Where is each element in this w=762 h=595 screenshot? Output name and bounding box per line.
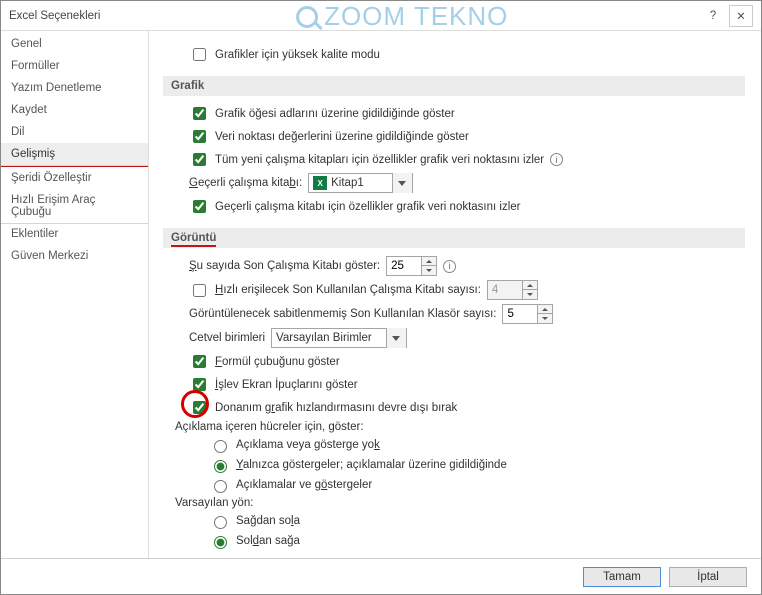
spinner-unpinned-folders[interactable] (502, 304, 553, 324)
radio-no-comments[interactable] (214, 440, 227, 453)
label-ltr: Soldan sağa (236, 535, 300, 547)
ok-button[interactable]: Tamam (583, 567, 661, 587)
checkbox-quick-access-recent[interactable] (193, 284, 206, 297)
radio-comments-and-indicators[interactable] (214, 480, 227, 493)
label-current-workbook: Geçerli çalışma kitabı: (189, 177, 302, 189)
label-recent-count: Şu sayıda Son Çalışma Kitabı göster: (189, 260, 380, 272)
checkbox-chart-names-hover[interactable] (193, 107, 206, 120)
combo-ruler-units[interactable]: Varsayılan Birimler (271, 328, 407, 348)
checkbox-show-formula-bar[interactable] (193, 355, 206, 368)
label-no-comments: Açıklama veya gösterge yok (236, 439, 380, 451)
input-recent-count[interactable] (387, 257, 421, 275)
label-default-direction: Varsayılan yön: (175, 497, 745, 509)
spinner-down[interactable] (538, 314, 552, 323)
spinner-up[interactable] (538, 305, 552, 314)
info-icon[interactable]: i (443, 260, 456, 273)
checkbox-hq-charts[interactable] (193, 48, 206, 61)
label-ruler-units: Cetvel birimleri (189, 332, 265, 344)
section-head-goruntu: Görüntü (163, 228, 745, 248)
input-unpinned-folders[interactable] (503, 305, 537, 323)
dialog-footer: Tamam İptal (1, 558, 761, 594)
label-show-function-tips: İşlev Ekran İpuçlarını göster (215, 379, 358, 391)
label-indicators-only: Yalnızca göstergeler; açıklamalar üzerin… (236, 459, 507, 471)
label-comments-show: Açıklama içeren hücreler için, göster: (175, 421, 745, 433)
checkbox-properties-follow-datapoint-all[interactable] (193, 153, 206, 166)
sidebar-item-trust-center[interactable]: Güven Merkezi (1, 245, 148, 267)
label-comments-and-indicators: Açıklamalar ve göstergeler (236, 479, 372, 491)
excel-icon: X (313, 176, 327, 190)
chevron-down-icon[interactable] (386, 328, 406, 348)
label-properties-follow-datapoint-current: Geçerli çalışma kitabı için özellikler g… (215, 201, 521, 213)
label-hq-charts: Grafikler için yüksek kalite modu (215, 49, 380, 61)
sidebar-item-addins[interactable]: Eklentiler (1, 223, 148, 245)
label-disable-hw-accel: Donanım grafik hızlandırmasını devre dış… (215, 402, 457, 414)
sidebar-item-save[interactable]: Kaydet (1, 99, 148, 121)
radio-indicators-only[interactable] (214, 460, 227, 473)
sidebar-item-customize-ribbon[interactable]: Şeridi Özelleştir (1, 167, 148, 189)
label-quick-access-recent: Hızlı erişilecek Son Kullanılan Çalışma … (215, 284, 481, 296)
input-quick-access-recent (488, 281, 522, 299)
radio-ltr[interactable] (214, 536, 227, 549)
spinner-up[interactable] (422, 257, 436, 266)
spinner-quick-access-recent (487, 280, 538, 300)
sidebar-item-formulas[interactable]: Formüller (1, 55, 148, 77)
checkbox-datapoint-values-hover[interactable] (193, 130, 206, 143)
label-rtl: Sağdan sola (236, 515, 300, 527)
label-chart-names-hover: Grafik öğesi adlarını üzerine gidildiğin… (215, 108, 455, 120)
checkbox-show-function-tips[interactable] (193, 378, 206, 391)
content-panel: Grafikler için yüksek kalite modu Grafik… (149, 31, 761, 559)
label-properties-follow-datapoint-all: Tüm yeni çalışma kitapları için özellikl… (215, 154, 544, 166)
sidebar-item-advanced[interactable]: Gelişmiş (1, 143, 148, 167)
checkbox-properties-follow-datapoint-current[interactable] (193, 200, 206, 213)
chevron-down-icon[interactable] (392, 173, 412, 193)
sidebar-item-quick-access[interactable]: Hızlı Erişim Araç Çubuğu (1, 189, 148, 223)
spinner-recent-count[interactable] (386, 256, 437, 276)
info-icon[interactable]: i (550, 153, 563, 166)
label-unpinned-folders: Görüntülenecek sabitlenmemiş Son Kullanı… (189, 308, 496, 320)
help-button[interactable]: ? (701, 5, 725, 27)
sidebar-item-proofing[interactable]: Yazım Denetleme (1, 77, 148, 99)
sidebar-item-language[interactable]: Dil (1, 121, 148, 143)
magnifier-icon (296, 6, 318, 28)
radio-rtl[interactable] (214, 516, 227, 529)
sidebar-item-general[interactable]: Genel (1, 33, 148, 55)
section-head-grafik: Grafik (163, 76, 745, 96)
close-button[interactable]: ✕ (729, 5, 753, 27)
checkbox-disable-hw-accel[interactable] (193, 401, 206, 414)
spinner-down[interactable] (422, 266, 436, 275)
watermark: ZOOM TEKNO (296, 1, 508, 32)
cancel-button[interactable]: İptal (669, 567, 747, 587)
label-datapoint-values-hover: Veri noktası değerlerini üzerine gidildi… (215, 131, 469, 143)
combo-current-workbook[interactable]: X Kitap1 (308, 173, 413, 193)
label-show-formula-bar: Formül çubuğunu göster (215, 356, 340, 368)
title-bar: Excel Seçenekleri ZOOM TEKNO ? ✕ (1, 1, 761, 31)
sidebar: Genel Formüller Yazım Denetleme Kaydet D… (1, 31, 149, 559)
dialog-title: Excel Seçenekleri (9, 10, 100, 22)
